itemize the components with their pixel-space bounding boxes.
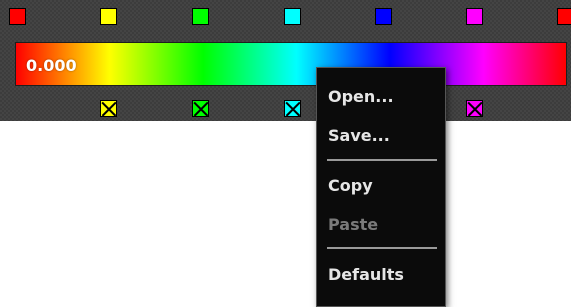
color-stop-cyan[interactable]: [284, 8, 301, 25]
menu-separator: [327, 247, 437, 249]
gradient-bar[interactable]: 0.000: [15, 42, 567, 86]
alpha-stop-green[interactable]: [192, 100, 209, 117]
color-stop-yellow[interactable]: [100, 8, 117, 25]
color-stop-green[interactable]: [192, 8, 209, 25]
color-stop-red-right[interactable]: [557, 8, 571, 25]
menu-item-defaults[interactable]: Defaults: [328, 265, 404, 284]
menu-item-paste: Paste: [328, 215, 379, 234]
alpha-stop-cyan[interactable]: [284, 100, 301, 117]
menu-item-copy[interactable]: Copy: [328, 176, 373, 195]
menu-separator: [327, 159, 437, 161]
menu-item-open[interactable]: Open...: [328, 87, 394, 106]
alpha-stop-yellow[interactable]: [100, 100, 117, 117]
color-stop-blue[interactable]: [375, 8, 392, 25]
gradient-value-readout: 0.000: [26, 56, 77, 75]
color-stop-red-left[interactable]: [9, 8, 26, 25]
menu-item-save[interactable]: Save...: [328, 126, 390, 145]
alpha-stop-magenta[interactable]: [466, 100, 483, 117]
context-menu: Open... Save... Copy Paste Defaults: [316, 67, 446, 307]
color-stop-magenta[interactable]: [466, 8, 483, 25]
gradient-editor: 0.000: [0, 0, 571, 121]
